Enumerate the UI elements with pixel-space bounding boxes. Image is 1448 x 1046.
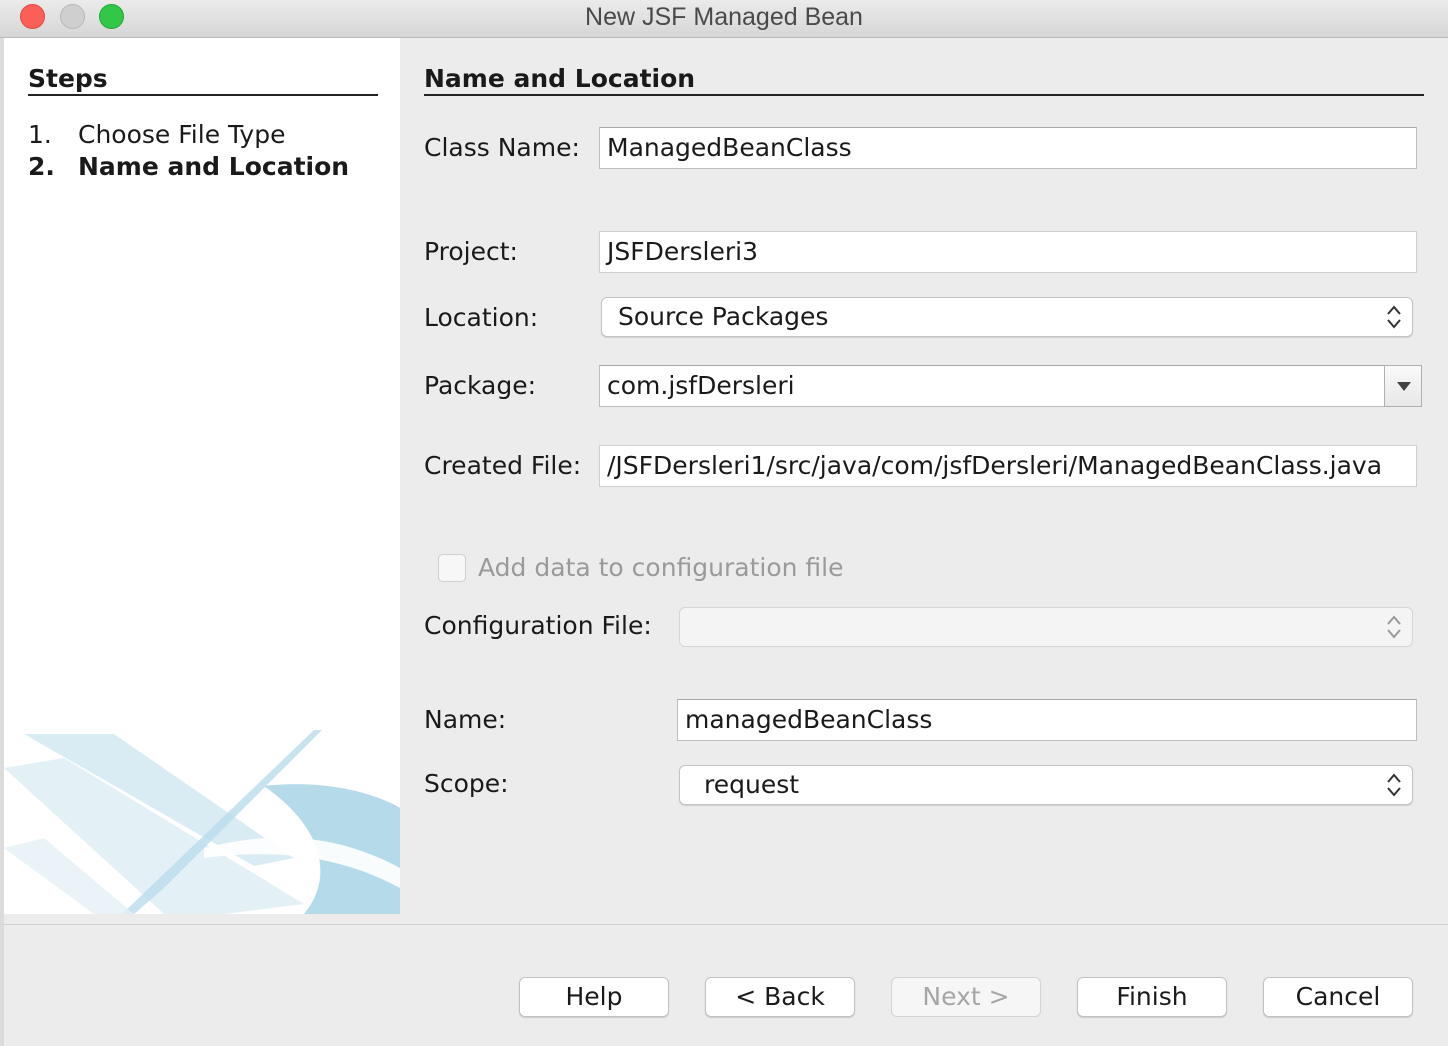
scope-select-value: request <box>704 770 800 799</box>
steps-title: Steps <box>28 64 108 93</box>
chevron-down-icon <box>1397 382 1411 391</box>
location-label: Location: <box>424 303 539 332</box>
name-label: Name: <box>424 705 507 734</box>
main-form-panel: Name and Location Class Name: ManagedBea… <box>400 38 1448 924</box>
location-select[interactable]: Source Packages <box>601 297 1413 337</box>
config-file-label: Configuration File: <box>424 611 652 640</box>
package-dropdown-button[interactable] <box>1384 365 1422 407</box>
scope-select[interactable]: request <box>679 765 1413 805</box>
class-name-input[interactable]: ManagedBeanClass <box>599 127 1417 169</box>
updown-chevron-icon <box>1387 305 1401 329</box>
title-bar: New JSF Managed Bean <box>0 0 1448 38</box>
step-label: Choose File Type <box>78 120 286 149</box>
finish-button[interactable]: Finish <box>1077 977 1227 1017</box>
back-button[interactable]: < Back <box>705 977 855 1017</box>
section-title: Name and Location <box>424 64 696 93</box>
step-choose-file-type: 1. Choose File Type <box>28 120 285 149</box>
footer-divider <box>4 924 1448 925</box>
project-field: JSFDersleri3 <box>599 231 1417 273</box>
scope-label: Scope: <box>424 769 509 798</box>
created-file-field: /JSFDersleri1/src/java/com/jsfDersleri/M… <box>599 445 1417 487</box>
updown-chevron-icon <box>1387 773 1401 797</box>
steps-divider <box>28 94 378 96</box>
steps-panel: Steps 1. Choose File Type 2. Name and Loca… <box>4 38 400 914</box>
package-label: Package: <box>424 371 537 400</box>
next-button[interactable]: Next > <box>891 977 1041 1017</box>
add-config-label: Add data to configuration file <box>478 553 844 582</box>
cancel-button[interactable]: Cancel <box>1263 977 1413 1017</box>
decorative-swoosh-graphic <box>4 730 400 914</box>
step-number: 2. <box>28 152 55 181</box>
section-divider <box>424 94 1424 96</box>
package-input[interactable]: com.jsfDersleri <box>599 365 1385 407</box>
window-title: New JSF Managed Bean <box>585 3 863 31</box>
add-config-checkbox[interactable] <box>438 554 466 582</box>
class-name-label: Class Name: <box>424 133 580 162</box>
config-file-select[interactable] <box>679 607 1413 647</box>
updown-chevron-icon <box>1387 615 1401 639</box>
step-label: Name and Location <box>78 152 350 181</box>
name-input[interactable]: managedBeanClass <box>677 699 1417 741</box>
step-number: 1. <box>28 120 52 149</box>
help-button[interactable]: Help <box>519 977 669 1017</box>
project-label: Project: <box>424 237 518 266</box>
step-name-and-location: 2. Name and Location <box>28 152 349 181</box>
location-select-value: Source Packages <box>618 302 829 331</box>
created-file-label: Created File: <box>424 451 582 480</box>
